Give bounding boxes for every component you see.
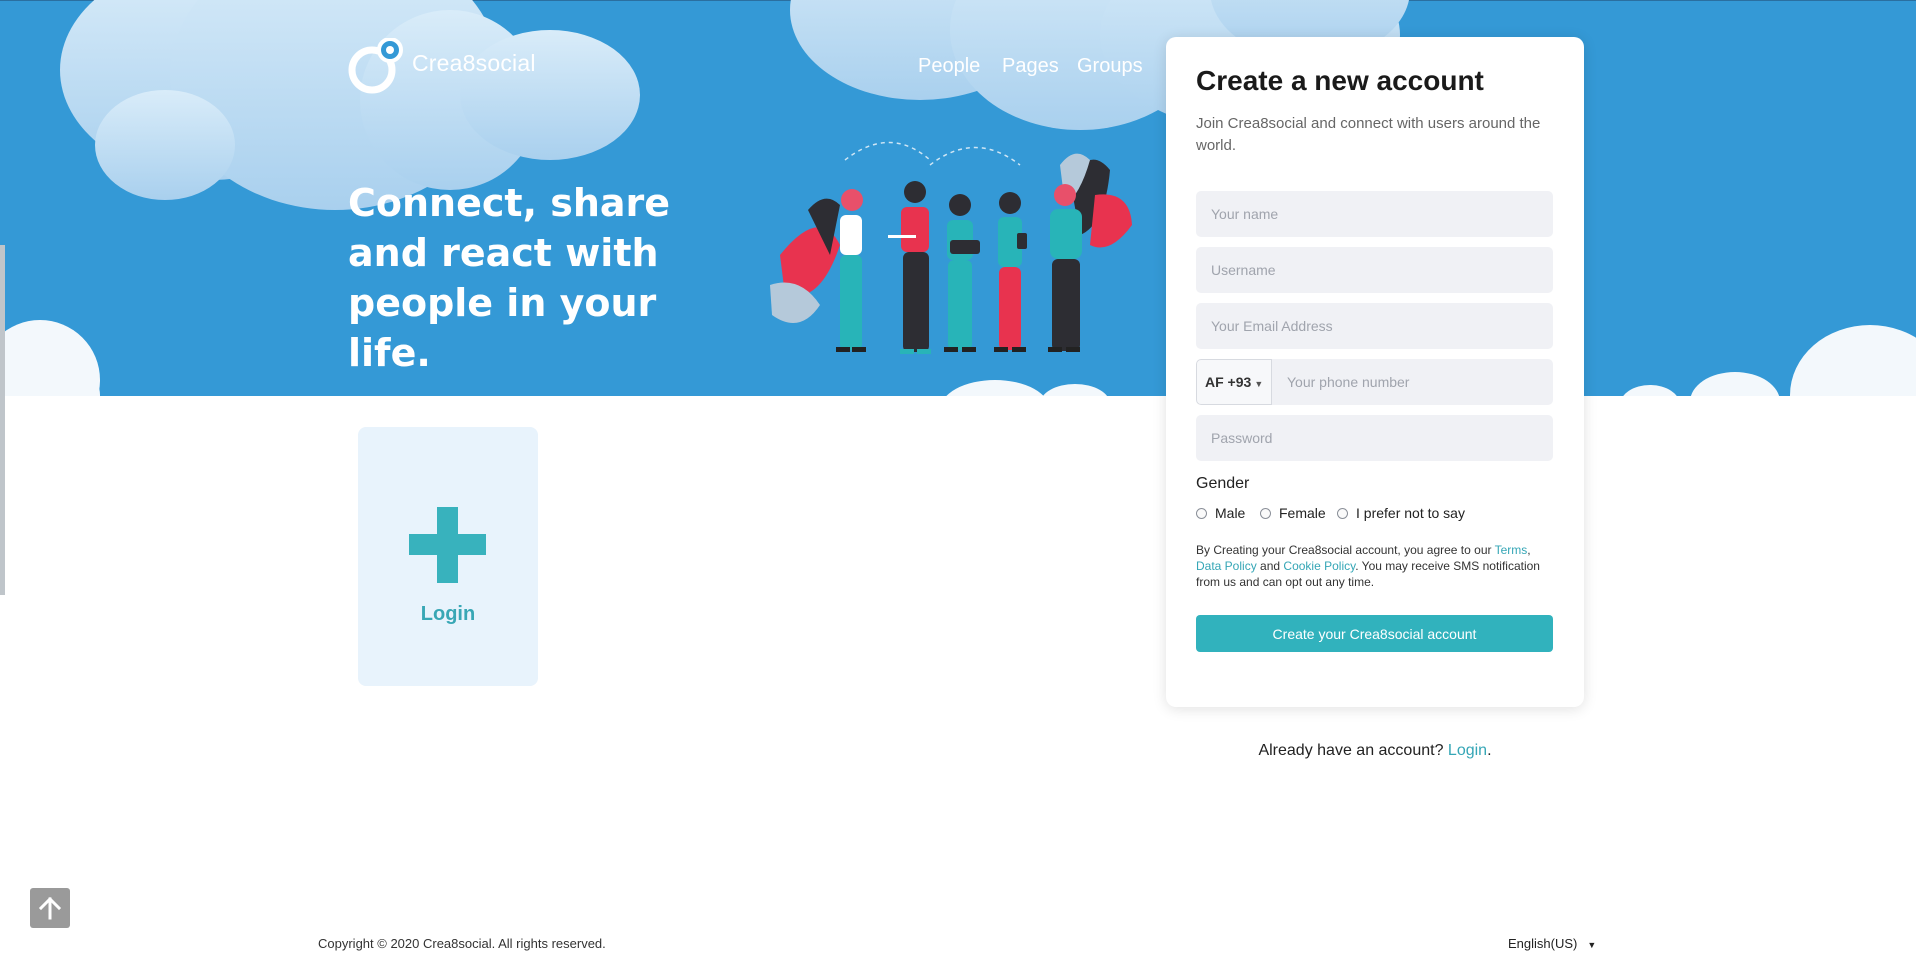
terms-sep: , [1527,543,1531,557]
gender-label: Gender [1196,475,1250,492]
chevron-down-icon: ▼ [1254,379,1264,389]
plus-icon-bar [409,534,486,555]
already-text: Already have an account? [1258,742,1448,759]
nav-groups[interactable]: Groups [1077,55,1143,78]
terms-link[interactable]: Terms [1495,543,1528,557]
phone-field-group: AF +93 ▼ [1196,359,1553,405]
side-scroll-indicator [0,245,5,595]
cloud [1620,385,1680,396]
people-illustration [770,141,1132,354]
terms-prefix: By Creating your Crea8social account, yo… [1196,543,1495,557]
login-tile[interactable]: Login [358,427,538,686]
gender-option-label: Female [1279,505,1326,521]
cloud [95,90,235,200]
cloud [1790,325,1916,396]
copyright-text: Copyright © 2020 Crea8social. All rights… [318,936,606,951]
email-field[interactable] [1196,303,1553,349]
data-policy-link[interactable]: Data Policy [1196,559,1257,573]
chevron-down-icon: ▼ [1587,940,1597,950]
terms-sep: and [1256,559,1284,573]
terms-notice: By Creating your Crea8social account, yo… [1196,542,1558,590]
gender-option-label: Male [1215,505,1246,521]
login-tile-label: Login [420,603,476,625]
brand-name: Crea8social [412,50,536,76]
name-field[interactable] [1196,191,1553,237]
gender-option-male[interactable]: Male [1196,505,1245,521]
gender-option-female[interactable]: Female [1260,505,1326,521]
login-link[interactable]: Login [1448,742,1487,759]
nav-pages[interactable]: Pages [1002,55,1059,78]
language-value: English(US) [1508,936,1578,951]
radio-male[interactable] [1196,507,1207,519]
signup-subtitle: Join Crea8social and connect with users … [1196,115,1541,154]
hero-tagline: Connect, share and react with people in … [348,181,671,375]
signup-panel: Create a new account Join Crea8social an… [1166,37,1584,707]
nav-people[interactable]: People [918,55,980,78]
signup-title: Create a new account [1196,65,1484,96]
phone-field[interactable] [1272,359,1553,405]
already-end: . [1487,742,1492,759]
brand-logo[interactable]: Crea8social [348,38,558,96]
radio-female[interactable] [1260,507,1271,519]
cookie-policy-link[interactable]: Cookie Policy [1283,559,1355,573]
radio-not-say[interactable] [1337,507,1348,519]
gender-option-not-say[interactable]: I prefer not to say [1337,505,1465,521]
gender-option-label: I prefer not to say [1356,505,1465,521]
already-have-account: Already have an account? Login. [1166,742,1584,760]
logo-mark-icon [348,38,403,94]
country-code-select[interactable]: AF +93 ▼ [1196,359,1272,405]
create-account-button[interactable]: Create your Crea8social account [1196,615,1553,652]
scroll-top-button[interactable] [30,888,70,928]
username-field[interactable] [1196,247,1553,293]
arrow-up-icon [38,896,62,920]
password-field[interactable] [1196,415,1553,461]
country-code-value: AF +93 [1205,374,1252,390]
language-selector[interactable]: English(US) ▼ [1508,936,1596,951]
cloud [1690,372,1780,396]
hero-banner: Crea8social People Pages Groups Connect,… [0,0,1916,396]
